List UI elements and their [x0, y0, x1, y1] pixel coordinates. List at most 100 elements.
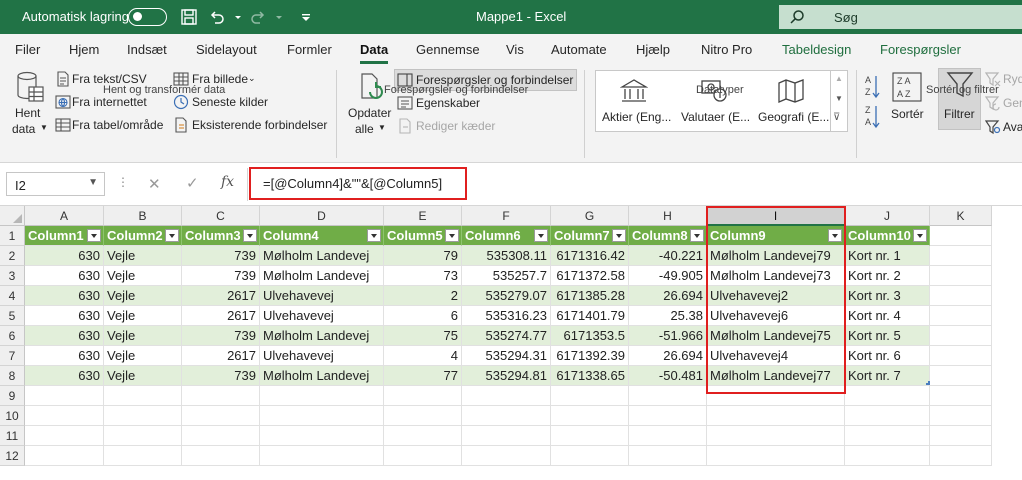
empty-cell[interactable] — [930, 366, 992, 386]
table-cell[interactable]: 739 — [182, 266, 260, 286]
filter-dropdown-icon[interactable] — [690, 229, 704, 242]
table-cell[interactable]: 535308.11 — [462, 246, 551, 266]
table-cell[interactable]: Vejle — [104, 286, 182, 306]
empty-cell[interactable] — [182, 386, 260, 406]
redo-icon[interactable] — [248, 7, 268, 27]
table-cell[interactable]: Kort nr. 1 — [845, 246, 930, 266]
column-header-a[interactable]: A — [25, 206, 104, 226]
from-table-button[interactable]: Fra tabel/område — [72, 118, 163, 132]
row-header-7[interactable]: 7 — [0, 346, 25, 366]
table-cell[interactable]: 630 — [25, 266, 104, 286]
menu-data[interactable]: Data — [360, 42, 389, 64]
empty-cell[interactable] — [260, 426, 384, 446]
table-cell[interactable]: 6171353.5 — [551, 326, 629, 346]
filter-dropdown-icon[interactable] — [913, 229, 927, 242]
table-cell[interactable]: 6171392.39 — [551, 346, 629, 366]
existing-connections-button[interactable]: Eksisterende forbindelser — [192, 118, 327, 132]
insert-function-icon[interactable]: fx — [221, 174, 234, 190]
empty-cell[interactable] — [551, 406, 629, 426]
menu-insert[interactable]: Indsæt — [127, 42, 167, 57]
database-icon[interactable] — [16, 71, 44, 105]
table-cell[interactable]: 630 — [25, 366, 104, 386]
row-header-4[interactable]: 4 — [0, 286, 25, 306]
table-cell[interactable]: Kort nr. 3 — [845, 286, 930, 306]
table-cell[interactable]: 739 — [182, 326, 260, 346]
table-cell[interactable]: 535279.07 — [462, 286, 551, 306]
table-cell[interactable]: 25.38 — [629, 306, 707, 326]
empty-cell[interactable] — [629, 446, 707, 466]
empty-cell[interactable] — [260, 406, 384, 426]
autosave-toggle[interactable] — [128, 8, 167, 26]
table-cell[interactable]: 535257.7 — [462, 266, 551, 286]
table-cell[interactable]: 630 — [25, 326, 104, 346]
get-data-button-line1[interactable]: Hent — [15, 106, 40, 120]
empty-cell[interactable] — [462, 386, 551, 406]
table-header-cell[interactable]: Column2 — [104, 226, 182, 246]
table-cell[interactable]: 2617 — [182, 286, 260, 306]
filter-dropdown-icon[interactable] — [367, 229, 381, 242]
empty-cell[interactable] — [930, 246, 992, 266]
menu-view[interactable]: Vis — [506, 42, 524, 57]
empty-cell[interactable] — [462, 426, 551, 446]
properties-button[interactable]: Egenskaber — [416, 96, 480, 110]
empty-cell[interactable] — [25, 386, 104, 406]
name-box[interactable]: I2 ▼ — [6, 172, 105, 196]
table-cell[interactable]: Kort nr. 4 — [845, 306, 930, 326]
empty-cell[interactable] — [845, 406, 930, 426]
edit-links-button[interactable]: Rediger kæder — [416, 119, 495, 133]
table-cell[interactable]: 630 — [25, 246, 104, 266]
table-cell[interactable]: 535294.31 — [462, 346, 551, 366]
table-cell[interactable]: 630 — [25, 286, 104, 306]
reapply-icon[interactable] — [985, 95, 1001, 111]
empty-cell[interactable] — [629, 406, 707, 426]
menu-review[interactable]: Gennemse — [416, 42, 480, 57]
table-header-cell[interactable]: Column8 — [629, 226, 707, 246]
table-cell[interactable]: 2 — [384, 286, 462, 306]
table-resize-handle[interactable] — [926, 381, 930, 385]
table-cell[interactable]: Mølholm Landevej — [260, 326, 384, 346]
empty-cell[interactable] — [629, 426, 707, 446]
empty-cell[interactable] — [260, 386, 384, 406]
empty-cell[interactable] — [930, 386, 992, 406]
row-header-1[interactable]: 1 — [0, 226, 25, 246]
table-header-cell[interactable]: Column4 — [260, 226, 384, 246]
geography-datatype-button[interactable]: Geografi (E... — [758, 110, 829, 124]
advanced-button[interactable]: Ava — [1003, 120, 1022, 134]
row-header-10[interactable]: 10 — [0, 406, 25, 426]
table-cell[interactable]: -50.481 — [629, 366, 707, 386]
table-cell[interactable]: 73 — [384, 266, 462, 286]
empty-cell[interactable] — [930, 326, 992, 346]
empty-cell[interactable] — [551, 426, 629, 446]
filter-dropdown-icon[interactable] — [243, 229, 257, 242]
gallery-more-icon[interactable]: ⊽ — [833, 112, 840, 123]
column-header-k[interactable]: K — [930, 206, 992, 226]
column-header-b[interactable]: B — [104, 206, 182, 226]
table-cell[interactable]: Kort nr. 7 — [845, 366, 930, 386]
menu-help[interactable]: Hjælp — [636, 42, 670, 57]
table-cell[interactable]: 6171316.42 — [551, 246, 629, 266]
table-header-cell[interactable]: Column5 — [384, 226, 462, 246]
map-icon[interactable] — [777, 78, 805, 104]
table-cell[interactable]: Vejle — [104, 366, 182, 386]
stocks-datatype-button[interactable]: Aktier (Eng... — [602, 110, 671, 124]
table-cell[interactable]: 630 — [25, 346, 104, 366]
empty-cell[interactable] — [930, 446, 992, 466]
empty-cell[interactable] — [707, 406, 845, 426]
empty-cell[interactable] — [551, 386, 629, 406]
more-options-icon[interactable]: ⋮ — [117, 175, 129, 189]
recent-sources-button[interactable]: Seneste kilder — [192, 95, 268, 109]
menu-home[interactable]: Hjem — [69, 42, 99, 57]
table-cell[interactable]: Vejle — [104, 346, 182, 366]
get-data-button-line2[interactable]: data — [12, 122, 35, 136]
table-cell[interactable]: 77 — [384, 366, 462, 386]
menu-nitro-pro[interactable]: Nitro Pro — [701, 42, 752, 57]
column-header-h[interactable]: H — [629, 206, 707, 226]
empty-cell[interactable] — [384, 386, 462, 406]
table-cell[interactable]: Mølholm Landevej — [260, 246, 384, 266]
row-header-5[interactable]: 5 — [0, 306, 25, 326]
filter-dropdown-icon[interactable] — [445, 229, 459, 242]
table-cell[interactable]: Kort nr. 5 — [845, 326, 930, 346]
from-web-button[interactable]: Fra internettet — [72, 95, 147, 109]
empty-cell[interactable] — [182, 406, 260, 426]
chevron-down-icon[interactable]: ▼ — [88, 177, 98, 188]
